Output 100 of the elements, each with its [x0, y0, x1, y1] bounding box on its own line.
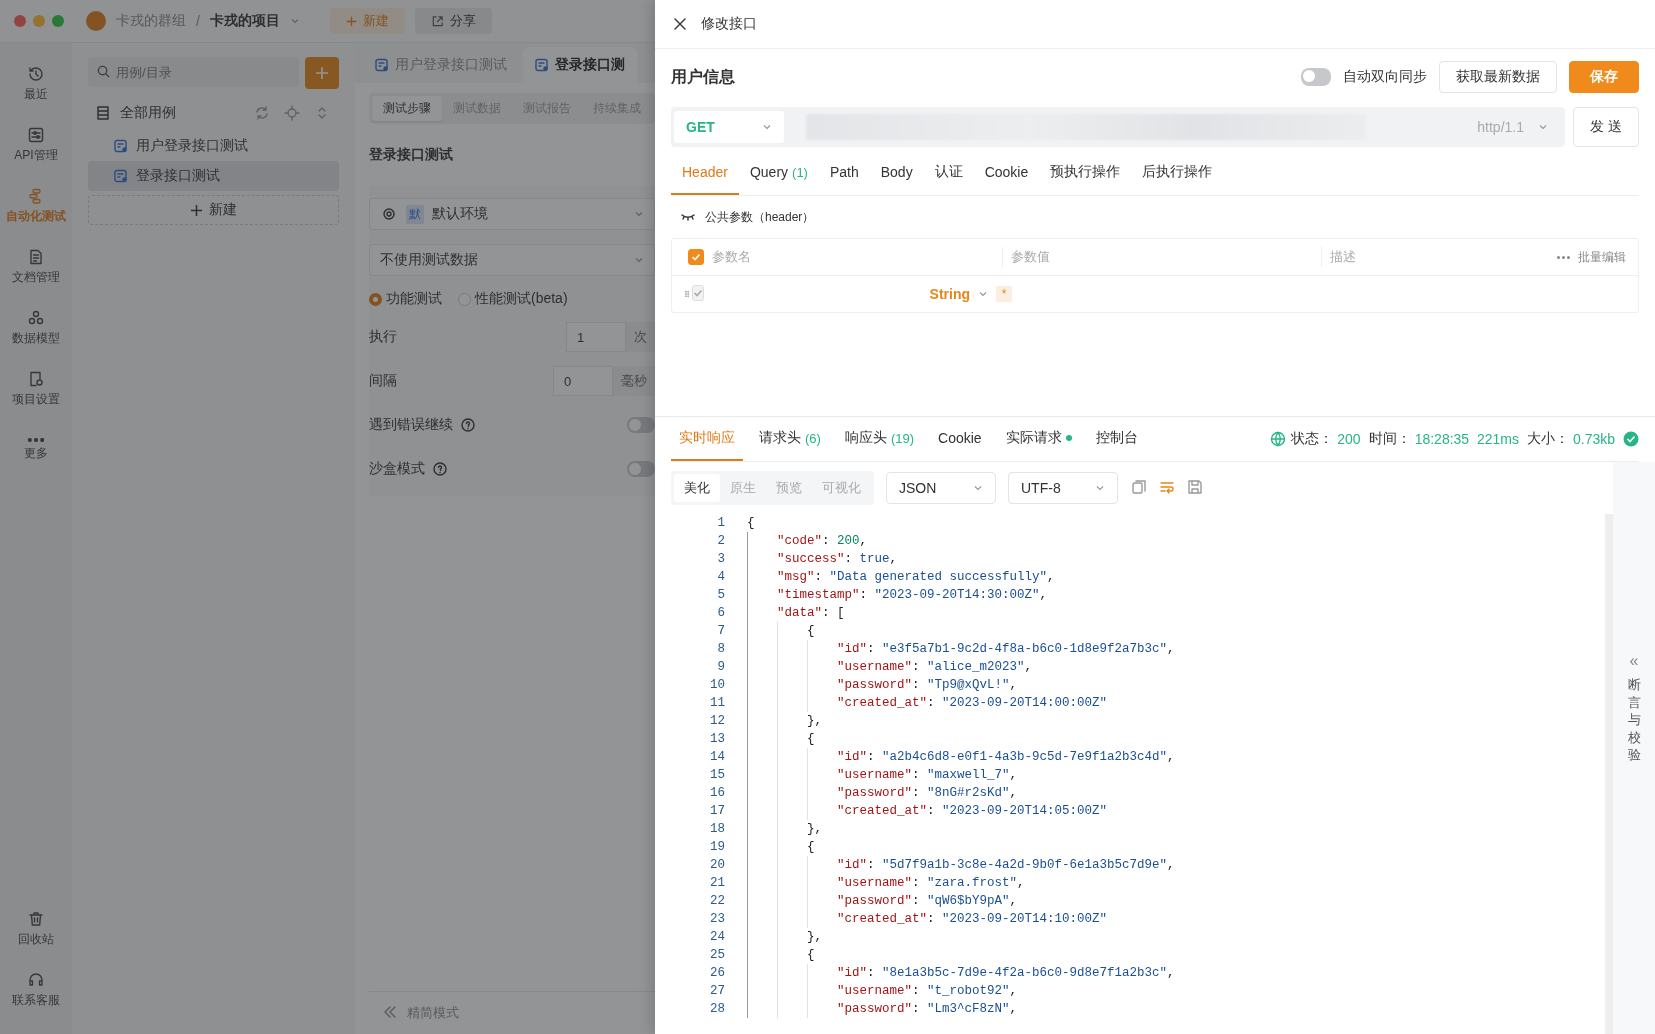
- format-select[interactable]: JSON: [886, 472, 996, 504]
- mode-radio[interactable]: 性能测试(beta): [458, 290, 568, 308]
- test-data-select[interactable]: 不使用测试数据: [369, 244, 655, 276]
- code-line: "id": "5d7f9a1b-3c8e-4a2d-9b0f-6e1a3b5c7d9e",: [837, 857, 1175, 874]
- column-header: 参数值: [1011, 248, 1050, 266]
- response-tab[interactable]: 实际请求: [997, 417, 1080, 461]
- new-case-button[interactable]: 新建: [88, 195, 339, 225]
- tree-item[interactable]: 用户登录接口测试: [88, 131, 339, 161]
- view-mode-tab[interactable]: 可视化: [812, 474, 871, 502]
- request-tab[interactable]: Body: [869, 151, 924, 195]
- switch-label: 自动双向同步: [1343, 68, 1427, 86]
- view-mode-tab[interactable]: 预览: [766, 474, 812, 502]
- request-tab[interactable]: Cookie: [973, 151, 1040, 195]
- request-tab[interactable]: 预执行操作: [1039, 151, 1132, 195]
- headset-icon: [27, 970, 45, 989]
- sub-tab[interactable]: 测试步骤: [372, 96, 442, 121]
- expand-arrow[interactable]: «: [1629, 652, 1639, 670]
- mode-radio[interactable]: 功能测试: [369, 290, 442, 308]
- field-label: 执行: [369, 328, 397, 346]
- status-value: 18:28:35 221ms: [1414, 431, 1519, 447]
- share-button[interactable]: 分享: [414, 8, 492, 34]
- response-tab[interactable]: 响应头 (19): [836, 417, 922, 461]
- copy-icon: [1130, 477, 1148, 496]
- assertion-panel[interactable]: « 断言与校验: [1613, 462, 1655, 1034]
- type-select[interactable]: String: [929, 286, 970, 302]
- toggle-switch[interactable]: [627, 417, 655, 433]
- response-tab[interactable]: 控制台: [1087, 417, 1146, 461]
- modal-overlay[interactable]: [0, 0, 655, 1034]
- toggle-switch[interactable]: [627, 461, 655, 477]
- switch-label: 沙盒模式: [369, 460, 425, 478]
- response-tab[interactable]: 实时响应: [671, 417, 743, 461]
- code-line: },: [807, 713, 822, 730]
- response-tab[interactable]: 请求头 (6): [751, 417, 829, 461]
- nav-item[interactable]: 数据模型: [0, 297, 72, 358]
- request-tab[interactable]: 后执行操作: [1131, 151, 1224, 195]
- tree-root-label[interactable]: 全部用例: [120, 104, 176, 122]
- request-tab[interactable]: Path: [818, 151, 870, 195]
- code-line: "password": "Tp9@xQvL!",: [837, 677, 1018, 694]
- method-select[interactable]: GET: [674, 111, 784, 143]
- line-number: 18: [709, 821, 725, 838]
- encoding-select[interactable]: UTF-8: [1008, 472, 1118, 504]
- code-line: {: [807, 623, 815, 640]
- request-tab[interactable]: Header: [671, 151, 739, 195]
- check-icon: [691, 252, 701, 262]
- clock-icon: [27, 64, 45, 83]
- chevron-down-icon: [1538, 122, 1548, 132]
- column-header: 参数名: [712, 248, 751, 266]
- line-number: 24: [709, 929, 725, 946]
- environment-select[interactable]: 默 默认环境: [369, 198, 655, 230]
- nav-item[interactable]: 回收站: [0, 898, 72, 959]
- window-control[interactable]: [52, 15, 64, 27]
- line-number: 16: [709, 785, 725, 802]
- file-tab[interactable]: 登录接口测: [523, 47, 637, 83]
- nav-item[interactable]: 最近: [0, 53, 72, 114]
- code-line: "created_at": "2023-09-20T14:05:00Z": [837, 803, 1108, 820]
- status-label: 时间：: [1368, 430, 1411, 448]
- window-control[interactable]: [14, 15, 26, 27]
- required-marker[interactable]: *: [996, 286, 1012, 302]
- tree-item[interactable]: 登录接口测试: [88, 161, 339, 191]
- code-line: "code": 200,: [777, 533, 868, 550]
- code-line: "id": "a2b4c6d8-e0f1-4a3b-9c5d-7e9f1a2b3c4d",: [837, 749, 1175, 766]
- app-logo: [86, 11, 106, 31]
- nav-item[interactable]: API管理: [0, 114, 72, 175]
- status-value: 0.73kb: [1572, 431, 1615, 447]
- line-number: 14: [709, 749, 725, 766]
- view-mode-tab[interactable]: 美化: [674, 474, 720, 502]
- line-number: 5: [716, 587, 725, 604]
- plus-icon: [345, 15, 357, 27]
- checkbox[interactable]: [688, 249, 704, 265]
- code-line: "username": "maxwell_7",: [837, 767, 1018, 784]
- line-number: 25: [709, 947, 725, 964]
- more-icon: [1557, 255, 1570, 259]
- nav-item[interactable]: 联系客服: [0, 959, 72, 1020]
- line-number: 11: [709, 695, 725, 712]
- view-mode-tab[interactable]: 原生: [720, 474, 766, 502]
- code-line: "success": true,: [777, 551, 898, 568]
- nav-item[interactable]: 项目设置: [0, 358, 72, 419]
- chevron-down-icon: [1095, 483, 1105, 493]
- window-control[interactable]: [33, 15, 45, 27]
- project-name[interactable]: 卡戎的项目: [209, 12, 280, 30]
- batch-edit-link[interactable]: 批量编辑: [1578, 248, 1626, 266]
- url-bar[interactable]: GET http/1.1: [671, 107, 1565, 147]
- request-tab[interactable]: 认证: [923, 151, 974, 195]
- section-label[interactable]: 公共参数（header）: [705, 208, 815, 226]
- test-case-icon: [375, 58, 389, 72]
- nav-item[interactable]: 文档管理: [0, 236, 72, 297]
- add-button[interactable]: [305, 57, 339, 89]
- request-tab[interactable]: Query (1): [738, 151, 819, 195]
- code-line: "timestamp": "2023-09-20T14:30:00Z",: [777, 587, 1048, 604]
- send-button[interactable]: 发 送: [1573, 107, 1639, 147]
- toggle-switch[interactable]: [1301, 68, 1331, 86]
- search-field[interactable]: 用例/目录: [88, 57, 299, 87]
- nav-item[interactable]: 更多: [0, 419, 72, 480]
- code-line: },: [807, 929, 822, 946]
- chevron-down-icon: [634, 255, 644, 265]
- fetch-data-button[interactable]: 获取最新数据: [1439, 61, 1557, 93]
- save-button[interactable]: 保存: [1569, 61, 1639, 93]
- line-number: 8: [716, 641, 725, 658]
- response-tab[interactable]: Cookie: [930, 417, 990, 461]
- panel-label: 断言与校验: [1627, 676, 1641, 764]
